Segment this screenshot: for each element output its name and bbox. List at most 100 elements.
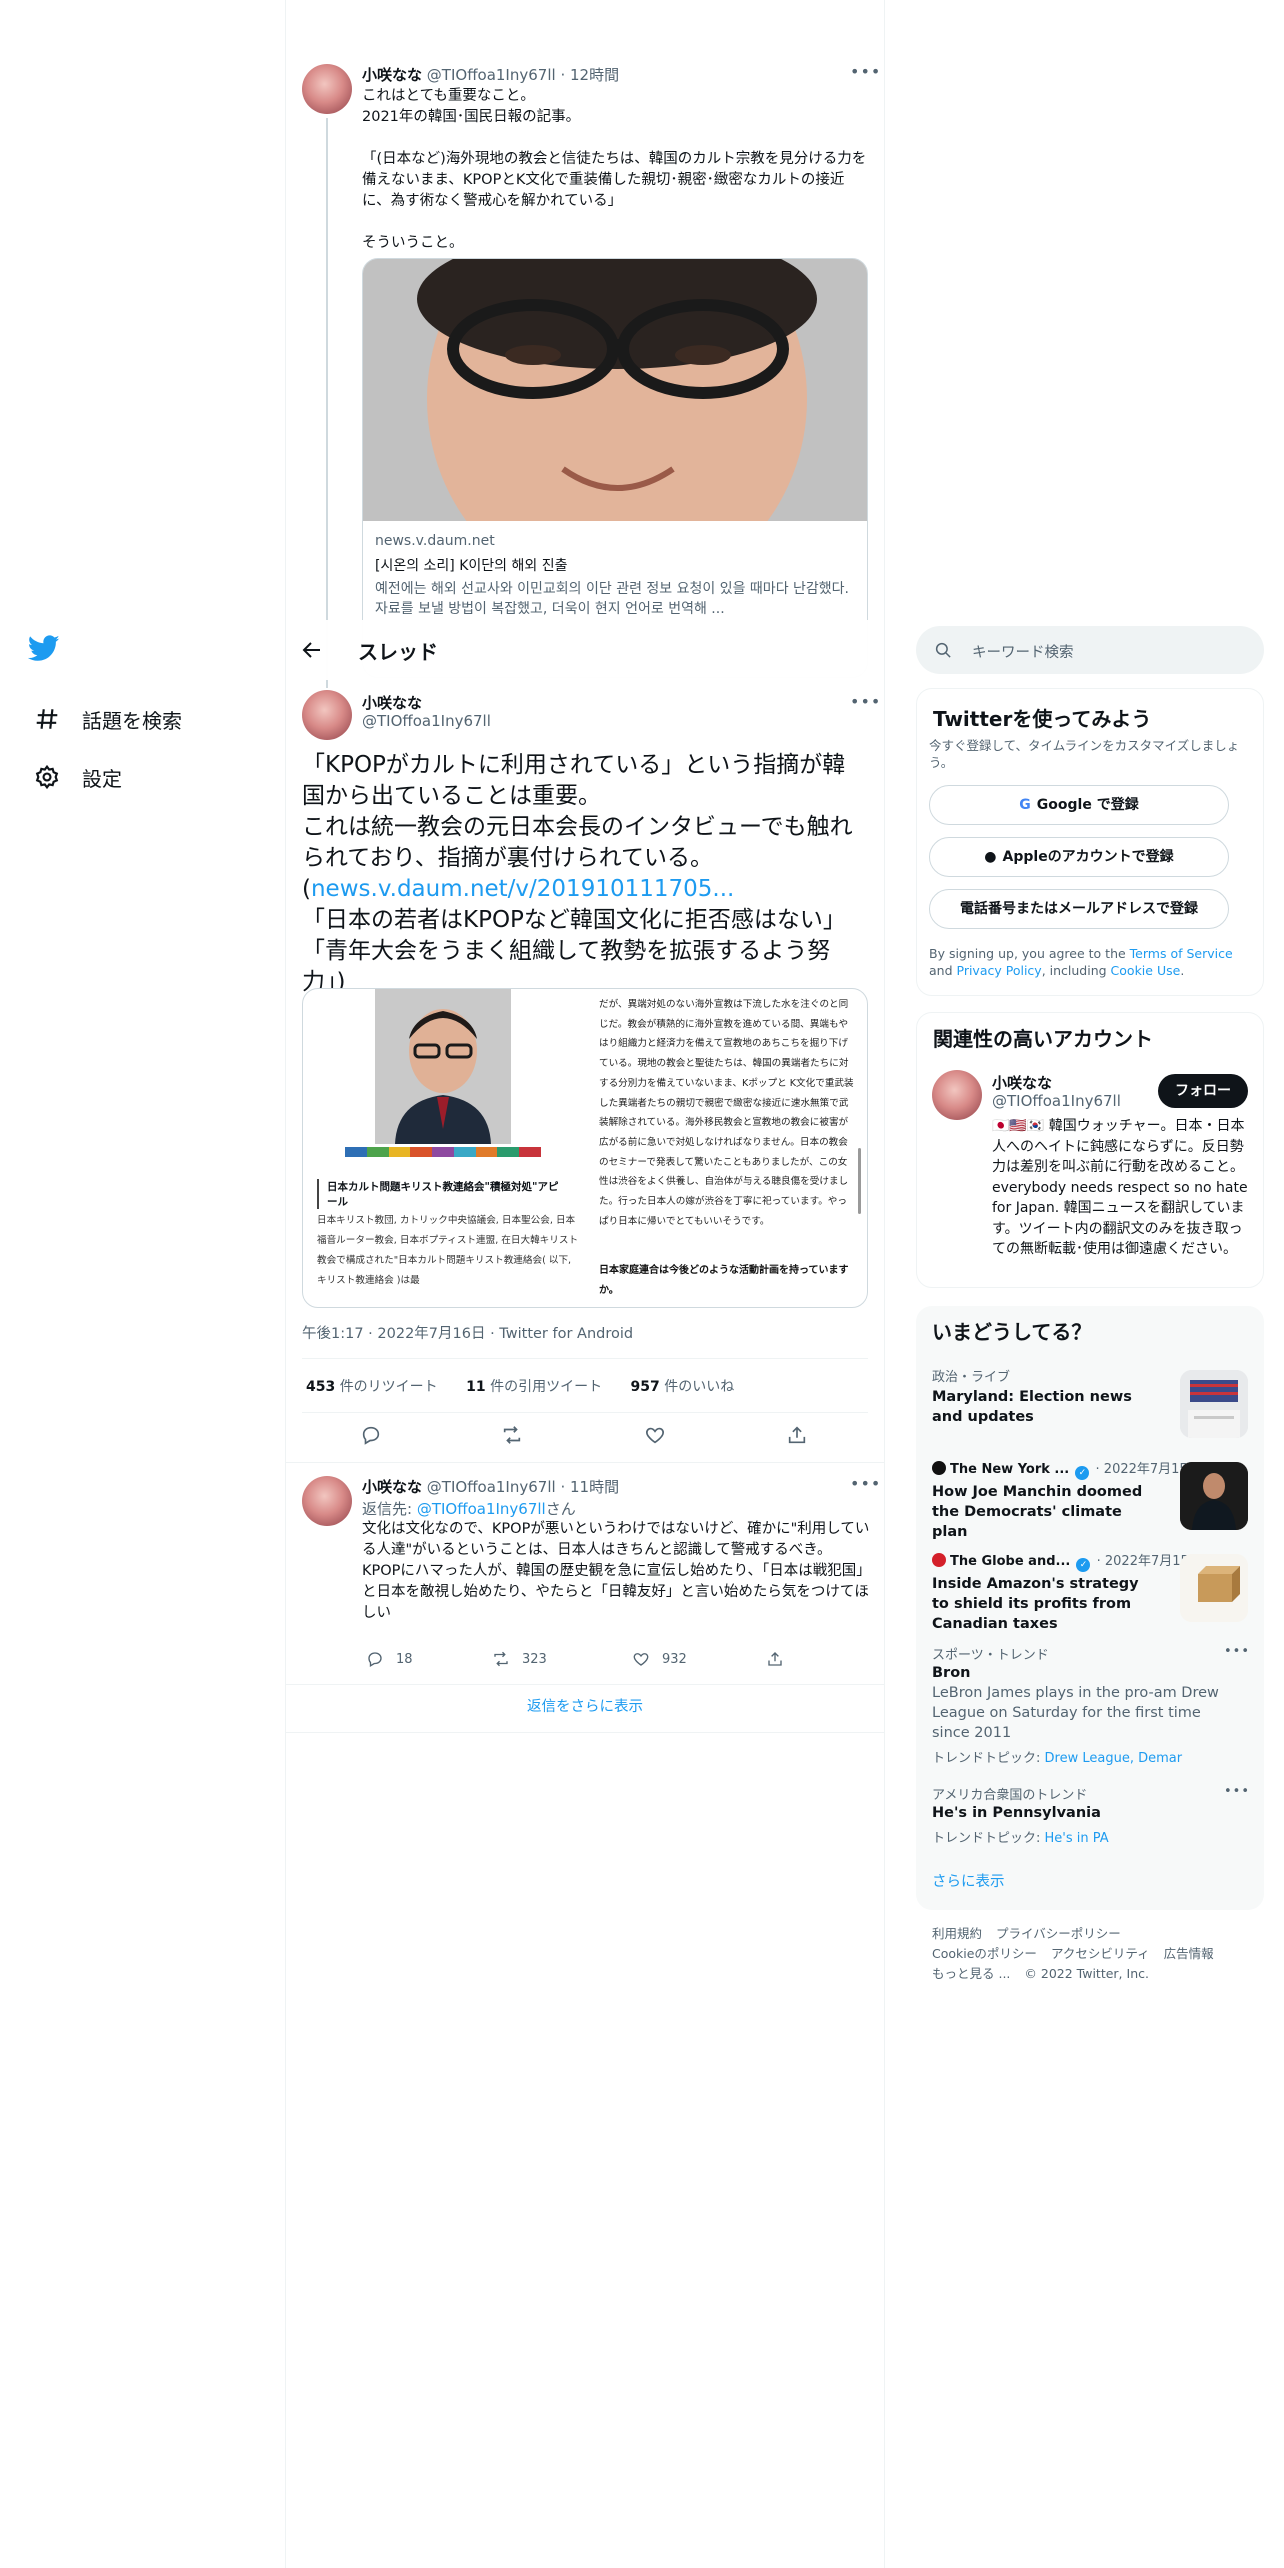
relevant-account-avatar[interactable] xyxy=(932,1070,982,1120)
trend-category: アメリカ合衆国のトレンド xyxy=(932,1788,1088,1803)
user-handle[interactable]: @TIOffoa1Iny67ll xyxy=(362,712,491,730)
more-options-icon[interactable]: ••• xyxy=(850,692,881,711)
user-name[interactable]: 小咲なな xyxy=(362,66,422,84)
link-card[interactable]: news.v.daum.net [시온의 소리] K이단의 해외 진출 예전에는… xyxy=(362,258,868,678)
main-tweet-avatar[interactable] xyxy=(302,690,352,740)
retweet-icon xyxy=(494,1651,508,1667)
like-icon[interactable] xyxy=(644,1424,666,1446)
nav-explore-label: 話題を検索 xyxy=(82,708,182,733)
back-arrow-icon[interactable] xyxy=(300,638,324,662)
quote-count[interactable]: 11 xyxy=(466,1379,485,1395)
terms-text-2: and xyxy=(929,963,957,978)
google-icon: G xyxy=(1019,797,1031,813)
trend-title: Inside Amazon's strategy to shield its p… xyxy=(932,1576,1139,1632)
retweet-action[interactable]: 323 xyxy=(492,1650,547,1668)
reply-icon[interactable] xyxy=(360,1424,382,1446)
trends-panel: いまどうしてる？ 政治・ライブ Maryland: Election news … xyxy=(916,1306,1264,1910)
retweet-icon[interactable] xyxy=(501,1424,523,1446)
reply-to-handle[interactable]: @TIOffoa1Iny67ll xyxy=(417,1500,546,1518)
privacy-policy-link[interactable]: Privacy Policy xyxy=(957,963,1042,978)
like-icon xyxy=(633,1653,649,1666)
hashtag-icon xyxy=(36,709,58,729)
avatar[interactable] xyxy=(302,64,352,114)
main-column-right-border xyxy=(884,0,885,2568)
portrait-photo xyxy=(363,259,867,521)
trend-item[interactable]: 政治・ライブ Maryland: Election news and updat… xyxy=(932,1366,1248,1438)
cookie-use-link[interactable]: Cookie Use xyxy=(1111,963,1181,978)
phone-email-signup-button[interactable]: 電話番号またはメールアドレスで登録 xyxy=(929,889,1229,929)
footer-cookie-link[interactable]: Cookieのポリシー xyxy=(932,1946,1037,1961)
apple-signup-button[interactable]: ● Appleのアカウントで登録 xyxy=(929,837,1229,877)
footer-privacy-link[interactable]: プライバシーポリシー xyxy=(996,1926,1121,1941)
reply-actions: 18 323 932 xyxy=(362,1650,802,1674)
reply-to-line: 返信先: @TIOffoa1Iny67llさん xyxy=(362,1498,576,1519)
card-description: 예전에는 해외 선교사와 이민교회의 이단 관련 정보 요청이 있을 때마다 난… xyxy=(375,581,849,617)
user-name[interactable]: 小咲なな xyxy=(362,1478,422,1496)
footer-more-link[interactable]: もっと見る ... xyxy=(932,1966,1010,1981)
trend-item[interactable]: スポーツ・トレンド Bron LeBron James plays in the… xyxy=(932,1644,1250,1766)
more-options-icon[interactable]: ••• xyxy=(850,62,881,81)
nav-settings[interactable]: 設定 xyxy=(28,748,258,806)
user-handle[interactable]: @TIOffoa1Iny67ll xyxy=(992,1092,1121,1110)
quote-count-label[interactable]: 件の引用ツイート xyxy=(490,1379,602,1395)
trend-item[interactable]: The New York ... ✓ · 2022年7月15日 How Joe … xyxy=(932,1458,1248,1542)
search-box[interactable]: キーワード検索 xyxy=(916,626,1264,674)
tweet-time[interactable]: 11時間 xyxy=(570,1478,619,1496)
footer-terms-link[interactable]: 利用規約 xyxy=(932,1926,982,1941)
nav-explore[interactable]: 話題を検索 xyxy=(28,690,258,748)
trend-thumbnail xyxy=(1180,1462,1248,1530)
more-options-icon[interactable]: ••• xyxy=(1224,1644,1250,1659)
footer-accessibility-link[interactable]: アクセシビリティ xyxy=(1051,1946,1150,1961)
footer-ads-link[interactable]: 広告情報 xyxy=(1164,1946,1214,1961)
avatar[interactable] xyxy=(302,1476,352,1526)
trend-title: Bron xyxy=(932,1665,971,1681)
nyt-logo-icon xyxy=(932,1461,946,1475)
share-action[interactable] xyxy=(766,1650,796,1668)
user-name[interactable]: 小咲なな xyxy=(362,694,422,712)
phone-email-signup-label: 電話番号またはメールアドレスで登録 xyxy=(960,901,1198,917)
like-action[interactable]: 932 xyxy=(632,1650,687,1668)
signup-subtitle: 今すぐ登録して、タイムラインをカスタマイズしましょう。 xyxy=(929,738,1240,770)
divider xyxy=(286,1732,884,1733)
previous-tweet[interactable]: 小咲なな @TIOffoa1Iny67ll · 12時間 ••• これはとても重… xyxy=(286,50,884,688)
like-count[interactable]: 957 xyxy=(631,1379,660,1395)
attached-image[interactable]: 日本カルト問題キリスト教連絡会"積極対処"アピール 日本キリスト教団, カトリッ… xyxy=(302,988,868,1308)
apple-signup-label: Appleのアカウントで登録 xyxy=(1002,849,1174,865)
retweet-count[interactable]: 453 xyxy=(306,1379,335,1395)
tweet-stats: 453 件のリツイート 11 件の引用ツイート 957 件のいいね xyxy=(306,1376,734,1396)
footer-copyright: © 2022 Twitter, Inc. xyxy=(1024,1966,1149,1981)
trends-title: いまどうしてる？ xyxy=(932,1320,1092,1344)
tweet-timestamp[interactable]: 午後1:17 · 2022年7月16日 · Twitter for Androi… xyxy=(302,1322,633,1343)
user-handle[interactable]: @TIOffoa1Iny67ll xyxy=(427,66,556,84)
like-count-label[interactable]: 件のいいね xyxy=(664,1379,734,1395)
trends-show-more-link[interactable]: さらに表示 xyxy=(932,1870,1248,1891)
share-icon[interactable] xyxy=(786,1424,808,1446)
terms-of-service-link[interactable]: Terms of Service xyxy=(1130,946,1233,961)
main-tweet-name: 小咲なな xyxy=(362,692,422,713)
gear-icon xyxy=(35,764,59,790)
left-nav: 話題を検索 設定 xyxy=(27,632,258,806)
tweet-time[interactable]: 12時間 xyxy=(570,66,619,84)
show-more-replies-button[interactable]: 返信をさらに表示 xyxy=(286,1690,884,1724)
twitter-logo-icon[interactable] xyxy=(27,632,68,672)
user-handle[interactable]: @TIOffoa1Iny67ll xyxy=(427,1478,556,1496)
terms-text-1: By signing up, you agree to the xyxy=(929,946,1130,961)
document-heading: 日本カルト問題キリスト教連絡会"積極対処"アピール xyxy=(317,1179,567,1209)
google-signup-button[interactable]: G Google で登録 xyxy=(929,785,1229,825)
relevant-account-bio: 🇯🇵🇺🇸🇰🇷 韓国ウォッチャー。日本・日本人へのヘイトに鈍感にならずに。反日勢力… xyxy=(992,1118,1253,1257)
footer-links: 利用規約 プライバシーポリシー Cookieのポリシー アクセシビリティ 広告情報 も… xyxy=(932,1924,1252,1984)
trend-source: The Globe and... xyxy=(950,1554,1071,1569)
trend-topic-links[interactable]: Drew League, Demar xyxy=(1045,1751,1183,1766)
search-input[interactable]: キーワード検索 xyxy=(972,641,1074,662)
user-name[interactable]: 小咲なな xyxy=(992,1074,1052,1092)
trend-description: LeBron James plays in the pro-am Drew Le… xyxy=(932,1685,1219,1741)
trend-item[interactable]: アメリカ合衆国のトレンド He's in Pennsylvania トレンドトピ… xyxy=(932,1784,1250,1846)
trend-topic-links[interactable]: He's in PA xyxy=(1045,1831,1109,1846)
retweet-count-label[interactable]: 件のリツイート xyxy=(340,1379,438,1395)
follow-button[interactable]: フォロー xyxy=(1158,1074,1248,1108)
trend-item[interactable]: The Globe and... ✓ · 2022年7月15日 Inside A… xyxy=(932,1550,1248,1634)
more-options-icon[interactable]: ••• xyxy=(850,1474,881,1493)
tweet-link[interactable]: news.v.daum.net/v/201910111705... xyxy=(311,876,734,902)
reply-action[interactable]: 18 xyxy=(366,1650,413,1668)
more-options-icon[interactable]: ••• xyxy=(1224,1784,1250,1799)
